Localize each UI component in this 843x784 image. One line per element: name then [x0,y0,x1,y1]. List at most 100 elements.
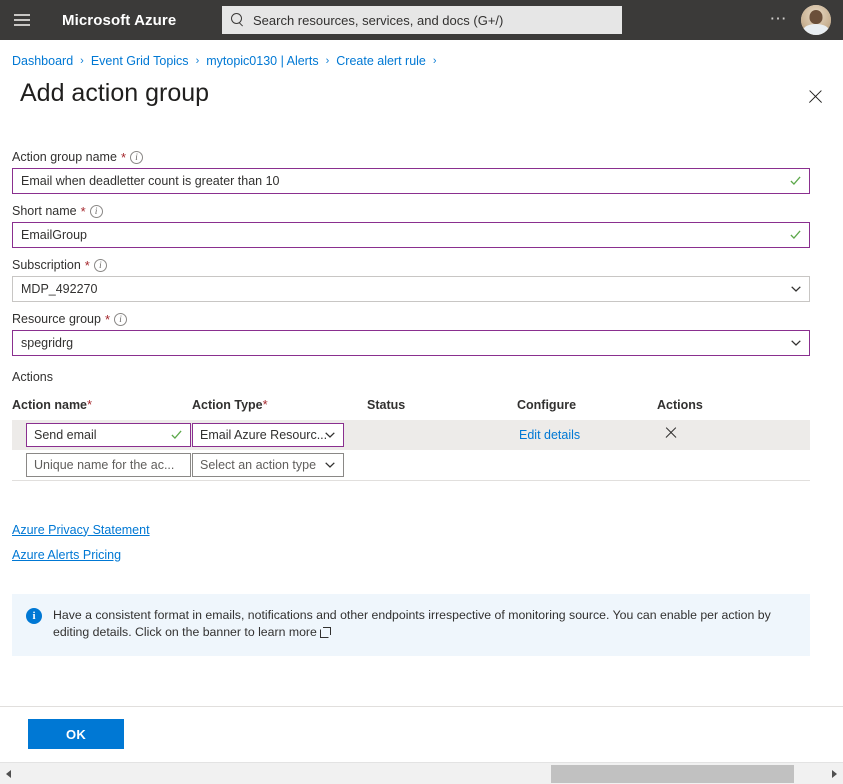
blade-content: Dashboard › Event Grid Topics › mytopic0… [0,40,843,784]
field-label: Subscription [12,258,81,272]
action-name-input-row-1[interactable]: Send email [26,423,191,447]
breadcrumb: Dashboard › Event Grid Topics › mytopic0… [0,40,843,68]
field-label: Short name [12,204,77,218]
action-group-form: Action group name * i Short name * i [0,150,843,356]
column-label: Status [367,398,406,412]
arrow-right-icon[interactable] [826,763,843,784]
info-icon[interactable]: i [89,204,103,218]
column-header-action-name: Action name* [12,384,192,420]
azure-brand-logo[interactable]: Microsoft Azure [62,12,176,29]
breadcrumb-separator: › [325,55,330,67]
cell-configure [517,450,657,481]
action-type-placeholder: Select an action type [200,457,317,472]
info-icon[interactable]: i [93,258,107,272]
arrow-left-icon[interactable] [0,763,17,784]
topbar-right-group: ⋯ [762,0,836,40]
valid-check-icon [790,176,801,187]
required-marker: * [84,257,90,273]
column-header-configure: Configure [517,384,657,420]
cell-status [367,450,517,481]
field-action-group-name: Action group name * i [12,150,810,194]
ok-button[interactable]: OK [28,719,124,749]
field-subscription: Subscription * i MDP_492270 [12,258,810,302]
azure-privacy-statement-link[interactable]: Azure Privacy Statement [12,523,150,537]
required-marker: * [80,203,86,219]
action-group-name-input[interactable] [13,169,809,193]
breadcrumb-separator: › [80,55,84,67]
valid-check-icon [171,430,182,441]
cell-action-type: Email Azure Resourc... [192,420,367,450]
scrollbar-track[interactable] [17,763,826,784]
field-short-name: Short name * i [12,204,810,248]
action-type-value: Email Azure Resourc... [200,428,328,442]
blade-header: Add action group [0,68,843,110]
user-avatar[interactable] [801,5,831,35]
global-search-placeholder: Search resources, services, and docs (G+… [253,12,504,28]
delete-action-icon-row-1[interactable] [663,425,679,441]
table-row: Unique name for the ac... Select an acti… [12,450,810,481]
info-banner[interactable]: i Have a consistent format in emails, no… [12,593,810,657]
cell-actions [657,420,810,450]
breadcrumb-item-dashboard[interactable]: Dashboard [12,54,73,68]
page-title: Add action group [20,79,210,107]
column-header-action-type: Action Type* [192,384,367,420]
action-type-select-row-1[interactable]: Email Azure Resourc... [192,423,344,447]
hamburger-menu-icon[interactable] [0,0,44,40]
field-resource-group: Resource group * i spegridrg [12,312,810,356]
actions-table-head: Action name* Action Type* Status Configu… [12,384,810,420]
action-name-placeholder: Unique name for the ac... [34,457,175,472]
horizontal-scrollbar[interactable] [0,762,843,784]
info-icon: i [26,607,42,624]
blade-footer: OK [0,706,843,762]
action-group-name-input-wrapper[interactable] [12,168,810,194]
external-link-icon[interactable] [319,627,331,639]
field-label-row: Short name * i [12,204,810,218]
edit-details-link-row-1[interactable]: Edit details [517,428,580,442]
azure-alerts-pricing-link[interactable]: Azure Alerts Pricing [12,548,121,562]
field-label-row: Subscription * i [12,258,810,272]
breadcrumb-item-event-grid-topics[interactable]: Event Grid Topics [91,54,189,68]
actions-section-label: Actions [12,370,53,384]
valid-check-icon [790,230,801,241]
field-label-row: Resource group * i [12,312,810,326]
resource-group-selected-value: spegridrg [21,336,74,350]
info-icon[interactable]: i [114,312,128,326]
close-icon[interactable] [803,84,829,110]
field-label: Resource group [12,312,101,326]
required-marker: * [87,397,93,412]
short-name-input[interactable] [13,223,809,247]
info-banner-text-wrap: Have a consistent format in emails, noti… [53,607,794,643]
info-icon[interactable]: i [130,150,143,164]
required-marker: * [262,397,268,412]
ellipsis-icon[interactable]: ⋯ [762,10,798,27]
required-marker: * [104,311,111,327]
global-search-input[interactable]: Search resources, services, and docs (G+… [222,6,622,34]
table-row: Send email Email Azure Resourc... Edit d… [12,420,810,450]
column-header-actions: Actions [657,384,810,420]
cell-actions [657,450,810,481]
action-type-select-row-2[interactable]: Select an action type [192,452,344,477]
search-icon [231,13,245,27]
column-label: Actions [657,398,703,412]
actions-table-header-row: Action name* Action Type* Status Configu… [12,384,810,420]
actions-table-body: Send email Email Azure Resourc... Edit d… [12,420,810,481]
cell-action-name: Send email [12,420,192,450]
cell-action-name: Unique name for the ac... [12,450,192,481]
actions-table: Action name* Action Type* Status Configu… [12,384,810,481]
action-name-input-row-2[interactable]: Unique name for the ac... [26,452,191,477]
footer-links: Azure Privacy Statement Azure Alerts Pri… [12,523,843,562]
subscription-select[interactable]: MDP_492270 [12,276,810,302]
action-name-value: Send email [34,428,97,442]
breadcrumb-separator: › [432,55,437,67]
column-header-status: Status [367,384,517,420]
short-name-input-wrapper[interactable] [12,222,810,248]
field-label: Action group name [12,150,117,164]
subscription-selected-value: MDP_492270 [21,282,98,296]
breadcrumb-item-mytopic-alerts[interactable]: mytopic0130 | Alerts [206,54,318,68]
resource-group-select[interactable]: spegridrg [12,330,810,356]
required-marker: * [120,149,126,165]
breadcrumb-item-create-alert-rule[interactable]: Create alert rule [336,54,426,68]
column-label: Action Type [192,398,263,412]
scrollbar-thumb[interactable] [550,764,794,783]
breadcrumb-separator: › [195,55,200,67]
